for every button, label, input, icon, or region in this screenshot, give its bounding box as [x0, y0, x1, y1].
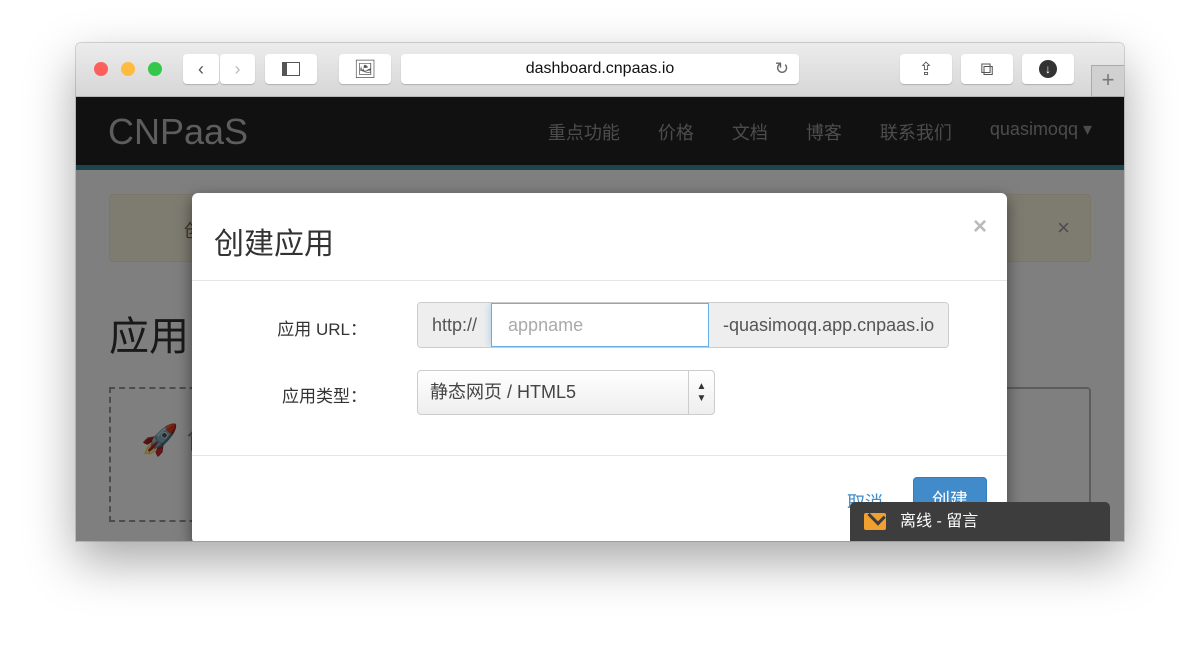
chevron-left-icon: ‹	[198, 58, 204, 79]
forward-button[interactable]: ›	[220, 54, 255, 84]
new-tab-button[interactable]: +	[1091, 65, 1124, 97]
chevron-right-icon: ›	[234, 58, 241, 79]
mail-icon	[864, 513, 886, 530]
modal-close-button[interactable]: ×	[973, 213, 987, 241]
reload-icon[interactable]: ↻	[775, 54, 789, 84]
browser-window: ‹ › 🖼 dashboard.cnpaas.io ↻ ⇪ ⧉ ↓ + CNPaa…	[76, 43, 1124, 541]
app-type-value: 静态网页 / HTML5	[430, 382, 577, 402]
image-button[interactable]: 🖼	[339, 54, 391, 84]
url-suffix: -quasimoqq.app.cnpaas.io	[709, 303, 949, 347]
browser-toolbar: ‹ › 🖼 dashboard.cnpaas.io ↻ ⇪ ⧉ ↓ +	[76, 43, 1124, 97]
image-icon: 🖼	[353, 58, 377, 79]
type-label: 应用类型：	[282, 387, 367, 406]
url-text: dashboard.cnpaas.io	[525, 60, 675, 77]
address-bar[interactable]: dashboard.cnpaas.io ↻	[401, 54, 799, 84]
url-label: 应用 URL：	[277, 320, 367, 339]
share-icon: ⇪	[918, 58, 934, 79]
sidebar-icon	[282, 62, 300, 76]
url-input-group: http:// -quasimoqq.app.cnpaas.io	[417, 302, 950, 348]
appname-input[interactable]	[491, 303, 710, 347]
close-window-button[interactable]	[94, 62, 108, 76]
app-type-select[interactable]: 静态网页 / HTML5 ▲ ▼	[417, 370, 715, 415]
minimize-window-button[interactable]	[121, 62, 135, 76]
download-icon: ↓	[1039, 60, 1057, 78]
chat-label: 离线 - 留言	[900, 513, 979, 530]
plus-icon: +	[1101, 67, 1115, 92]
page: CNPaaS 重点功能 价格 文档 博客 联系我们 quasimoqq ▾ 创×…	[76, 97, 1124, 541]
select-arrows-icon: ▲ ▼	[688, 371, 714, 414]
create-app-modal: 创建应用 × 应用 URL： http:// -quasimoqq.app.cn…	[192, 193, 1007, 541]
url-prefix: http://	[418, 303, 492, 347]
back-button[interactable]: ‹	[183, 54, 219, 84]
tabs-icon: ⧉	[980, 58, 994, 79]
modal-title: 创建应用	[214, 228, 334, 261]
share-button[interactable]: ⇪	[900, 54, 952, 84]
tabs-button[interactable]: ⧉	[961, 54, 1013, 84]
downloads-button[interactable]: ↓	[1022, 54, 1074, 84]
maximize-window-button[interactable]	[148, 62, 162, 76]
chat-widget[interactable]: 离线 - 留言	[850, 502, 1110, 541]
sidebar-button[interactable]	[265, 54, 317, 84]
